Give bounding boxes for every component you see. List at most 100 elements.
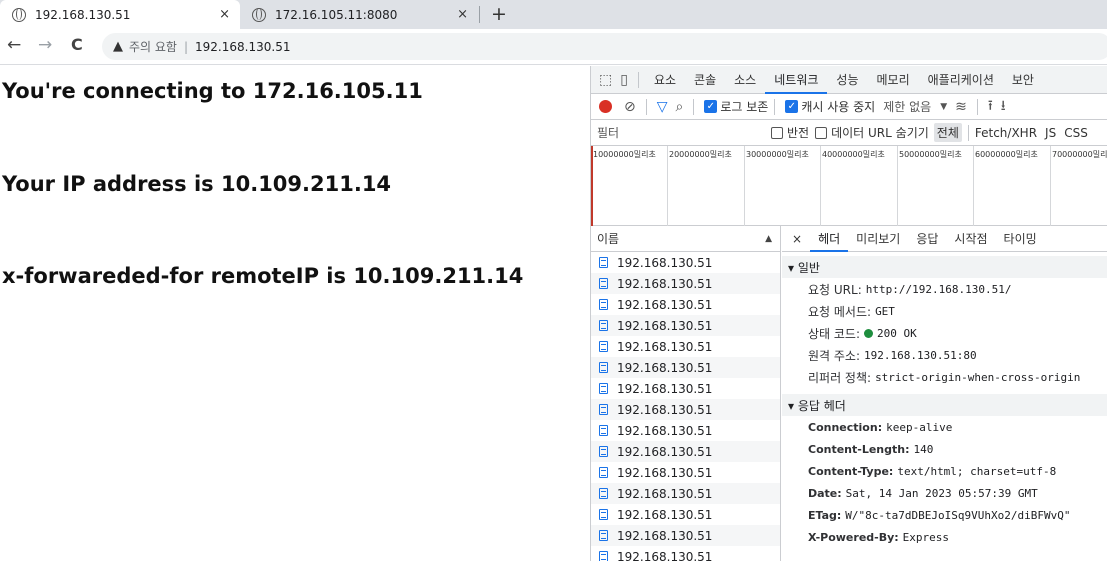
tab-console[interactable]: 콘솔	[685, 66, 725, 94]
new-tab-button[interactable]: +	[491, 3, 507, 25]
response-header-row: Date: Sat, 14 Jan 2023 05:57:39 GMT	[782, 482, 1107, 504]
clear-icon[interactable]: ⊘	[624, 99, 636, 115]
address-bar[interactable]: ▲ 주의 요함 | 192.168.130.51	[102, 33, 1107, 60]
filter-input[interactable]	[597, 122, 765, 143]
tab-sources[interactable]: 소스	[725, 66, 765, 94]
reload-button[interactable]: C	[71, 35, 83, 54]
tab-initiator[interactable]: 시작점	[946, 226, 995, 252]
tab-security[interactable]: 보안	[1003, 66, 1043, 94]
hide-data-urls-checkbox[interactable]	[815, 126, 828, 139]
network-timeline[interactable]: 10000000밀리초 20000000밀리초 30000000밀리초 4000…	[591, 146, 1107, 226]
record-icon[interactable]	[599, 100, 612, 113]
request-row[interactable]: 192.168.130.51	[591, 462, 780, 483]
request-row[interactable]: 192.168.130.51	[591, 273, 780, 294]
tab-172-16-105-11[interactable]: 172.16.105.11:8080 ×	[240, 0, 478, 29]
page-content: You're connecting to 172.16.105.11 Your …	[0, 66, 590, 561]
search-icon[interactable]: ⌕	[676, 99, 684, 115]
warning-icon[interactable]: ▲	[113, 39, 123, 54]
document-icon	[599, 257, 608, 268]
tab-timing[interactable]: 타이밍	[996, 226, 1045, 252]
tab-memory[interactable]: 메모리	[868, 66, 919, 94]
import-har-icon[interactable]: ⭱	[988, 95, 993, 119]
filter-all-chip[interactable]: 전체	[933, 123, 962, 142]
throttle-select[interactable]: 제한 없음	[883, 98, 931, 115]
export-har-icon[interactable]: ⭳	[1001, 95, 1006, 119]
inspect-icon[interactable]: ⬚	[599, 72, 612, 88]
request-url-value: http://192.168.130.51/	[865, 282, 1012, 296]
preserve-log-checkbox[interactable]: ✓	[704, 100, 718, 113]
close-tab-icon[interactable]: ×	[457, 7, 468, 22]
response-header-row: Content-Length: 140	[782, 438, 1107, 460]
url-text[interactable]: 192.168.130.51	[195, 40, 290, 54]
tab-headers[interactable]: 헤더	[810, 226, 849, 252]
status-ok-icon	[864, 328, 874, 338]
tab-preview[interactable]: 미리보기	[848, 226, 908, 252]
request-row[interactable]: 192.168.130.51	[591, 483, 780, 504]
request-row[interactable]: 192.168.130.51	[591, 420, 780, 441]
tab-title: 192.168.130.51	[35, 7, 131, 22]
disable-cache-checkbox[interactable]: ✓	[785, 100, 799, 113]
network-conditions-icon[interactable]: ≋	[955, 99, 967, 115]
filter-icon[interactable]: ▽	[657, 99, 668, 115]
throttle-chevron-icon[interactable]: ▼	[940, 102, 947, 112]
referrer-policy-value: strict-origin-when-cross-origin	[875, 370, 1081, 384]
request-rows: 192.168.130.51 192.168.130.51 192.168.130.…	[591, 252, 780, 561]
tab-response[interactable]: 응답	[908, 226, 946, 252]
document-icon	[599, 446, 608, 457]
header-key: Connection:	[808, 420, 883, 434]
header-value: Sat, 14 Jan 2023 05:57:39 GMT	[845, 486, 1038, 500]
filter-js-chip[interactable]: JS	[1045, 126, 1056, 140]
response-headers-section-header[interactable]: ▾ 응답 헤더	[782, 394, 1107, 416]
divider	[693, 98, 695, 115]
forward-button[interactable]: →	[38, 35, 52, 55]
timeline-label: 60000000밀리초	[975, 150, 1038, 159]
tab-application[interactable]: 애플리케이션	[919, 66, 1003, 94]
divider	[967, 124, 969, 141]
request-row[interactable]: 192.168.130.51	[591, 546, 780, 561]
document-icon	[599, 320, 608, 331]
request-name: 192.168.130.51	[617, 318, 713, 333]
request-row[interactable]: 192.168.130.51	[591, 357, 780, 378]
tab-192-168-130-51[interactable]: 192.168.130.51 ×	[0, 0, 240, 29]
timeline-gridline	[667, 146, 668, 226]
request-row[interactable]: 192.168.130.51	[591, 399, 780, 420]
network-controls: ⊘ ▽ ⌕ ✓ 로그 보존 ✓ 캐시 사용 중지 제한 없음 ▼ ≋ ⭱ ⭳	[591, 94, 1107, 120]
request-name: 192.168.130.51	[617, 444, 713, 459]
timeline-label: 10000000밀리초	[593, 150, 656, 159]
back-button[interactable]: ←	[7, 35, 21, 55]
timeline-label: 20000000밀리초	[669, 150, 732, 159]
request-row[interactable]: 192.168.130.51	[591, 336, 780, 357]
request-row[interactable]: 192.168.130.51	[591, 441, 780, 462]
general-section-header[interactable]: ▾ 일반	[782, 256, 1107, 278]
request-name: 192.168.130.51	[617, 381, 713, 396]
request-row[interactable]: 192.168.130.51	[591, 525, 780, 546]
response-header-row: Connection: keep-alive	[782, 416, 1107, 438]
request-row[interactable]: 192.168.130.51	[591, 504, 780, 525]
sort-ascending-icon[interactable]: ▲	[765, 234, 772, 244]
name-column-label: 이름	[597, 232, 620, 246]
filter-fetch-xhr-chip[interactable]: Fetch/XHR	[975, 126, 1037, 140]
name-column-header[interactable]: 이름 ▲	[591, 226, 780, 252]
request-row[interactable]: 192.168.130.51	[591, 315, 780, 336]
request-row[interactable]: 192.168.130.51	[591, 378, 780, 399]
filter-css-chip[interactable]: CSS	[1064, 126, 1088, 140]
tab-elements[interactable]: 요소	[645, 66, 685, 94]
status-code-value: 200 OK	[877, 326, 917, 340]
document-icon	[599, 425, 608, 436]
tab-network[interactable]: 네트워크	[765, 66, 828, 94]
invert-checkbox[interactable]	[771, 126, 783, 139]
tab-performance[interactable]: 성능	[827, 66, 867, 94]
response-header-row: Content-Type: text/html; charset=utf-8	[782, 460, 1107, 482]
close-detail-icon[interactable]: ×	[790, 226, 810, 252]
close-tab-icon[interactable]: ×	[219, 7, 230, 22]
request-name: 192.168.130.51	[617, 276, 713, 291]
request-row[interactable]: 192.168.130.51	[591, 252, 780, 273]
invert-label: 반전	[787, 126, 810, 140]
device-toolbar-icon[interactable]: ▯	[620, 72, 628, 88]
request-row[interactable]: 192.168.130.51	[591, 294, 780, 315]
divider	[774, 98, 776, 115]
security-warning-label[interactable]: 주의 요함	[129, 38, 177, 55]
address-separator: |	[183, 39, 189, 54]
remote-address-key: 원격 주소:	[808, 348, 861, 363]
request-url-key: 요청 URL:	[808, 282, 862, 297]
